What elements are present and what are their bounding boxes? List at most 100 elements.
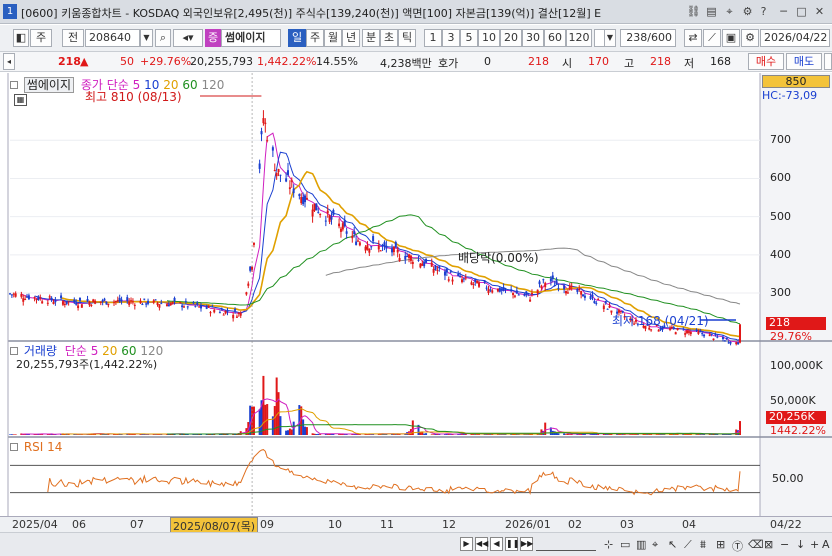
- candle-down: [381, 244, 384, 247]
- rsi-legend: RSI 14: [10, 440, 62, 454]
- magnet-icon[interactable]: ⌖: [652, 538, 658, 552]
- ruler-icon[interactable]: ⊞: [716, 538, 725, 551]
- indicator-icon[interactable]: ⟋: [703, 29, 721, 47]
- code-input[interactable]: 208640: [85, 29, 140, 47]
- zoom-in-icon[interactable]: +: [810, 538, 819, 551]
- lock-icon[interactable]: ⊠: [764, 538, 773, 551]
- expand-handle[interactable]: [824, 53, 832, 70]
- period-year[interactable]: 년: [342, 29, 360, 47]
- minute-20[interactable]: 20: [500, 29, 522, 47]
- high-label: 고: [624, 57, 635, 70]
- candle-down: [332, 209, 335, 216]
- candle-down: [258, 163, 261, 169]
- legend-ma60: 60: [182, 78, 198, 92]
- title-bar: 1 [0600] 키움종합차트 - KOSDAQ 외국인보유[2,495(천)]…: [0, 0, 832, 24]
- close-icon[interactable]: ✕: [812, 4, 827, 19]
- settings-icon[interactable]: ⚙: [740, 4, 755, 19]
- custom-period-dropdown-icon[interactable]: ▼: [604, 29, 616, 47]
- candle-up: [171, 302, 174, 304]
- chart-type-icon[interactable]: ◧: [13, 29, 29, 47]
- candle-down: [457, 273, 460, 276]
- minute-60[interactable]: 60: [544, 29, 566, 47]
- candle-up: [338, 223, 341, 227]
- period-month[interactable]: 월: [324, 29, 342, 47]
- zoom-slider[interactable]: [536, 537, 596, 551]
- trend-icon[interactable]: ⟋: [684, 538, 692, 552]
- candle-up: [408, 254, 411, 258]
- scroll-right-icon[interactable]: ▶: [460, 537, 473, 551]
- period-tick[interactable]: 틱: [398, 29, 416, 47]
- layout-icon[interactable]: ▤: [704, 4, 719, 19]
- candle-up: [12, 293, 15, 295]
- horizontal-scrollbar[interactable]: [0, 533, 455, 556]
- minute-30[interactable]: 30: [522, 29, 544, 47]
- window-icon[interactable]: ▭: [620, 538, 630, 551]
- candle-up: [52, 301, 55, 304]
- trade-amount: 4,238백만: [380, 57, 432, 70]
- candle-down: [593, 301, 596, 303]
- period-week[interactable]: 주: [306, 29, 324, 47]
- sound-icon[interactable]: ◂▾: [173, 29, 203, 47]
- volume-bar: [565, 434, 568, 435]
- minute-3[interactable]: 3: [442, 29, 460, 47]
- candle-up: [207, 306, 210, 308]
- eraser-icon[interactable]: ⌫: [748, 538, 764, 551]
- period-minute[interactable]: 분: [362, 29, 380, 47]
- maximize-icon[interactable]: □: [794, 4, 809, 19]
- text-icon[interactable]: Ⓣ: [732, 538, 743, 554]
- candle-up: [470, 282, 473, 285]
- date-input[interactable]: 2026/04/22: [760, 29, 830, 47]
- sell-button[interactable]: 매도: [786, 53, 822, 70]
- candle-up: [544, 282, 547, 288]
- candle-down: [192, 302, 195, 304]
- minute-5[interactable]: 5: [460, 29, 478, 47]
- save-icon[interactable]: ▣: [722, 29, 740, 47]
- candle-down: [50, 297, 53, 301]
- candle-down: [563, 285, 566, 290]
- candle-up: [580, 290, 583, 295]
- pause-icon[interactable]: ❚❚: [505, 537, 519, 551]
- link-icon[interactable]: ⛓: [686, 4, 701, 19]
- config-icon[interactable]: ⚙: [741, 29, 759, 47]
- period-day[interactable]: 일: [288, 29, 306, 47]
- search-icon[interactable]: ⌕: [155, 29, 171, 47]
- minute-10[interactable]: 10: [478, 29, 500, 47]
- bottom-navigation: ▶ ◀◀ ◀ ❚❚ ▶▶ ⊹ ▭ ▥ ⌖ ↖ ⟋ ⩩ ⊞ Ⓣ ⌫ ⊠ − ↓ +…: [0, 532, 832, 556]
- volume-bar: [425, 433, 428, 435]
- candle-up: [156, 303, 159, 305]
- buy-button[interactable]: 매수: [748, 53, 784, 70]
- grid-toggle-icon[interactable]: ▦: [14, 94, 27, 106]
- candle-down: [725, 337, 728, 340]
- code-dropdown-icon[interactable]: ▼: [140, 29, 153, 47]
- fib-icon[interactable]: ⩩: [700, 538, 706, 552]
- overlay-icon[interactable]: ⇄: [684, 29, 702, 47]
- crosshair-icon[interactable]: ⊹: [604, 538, 613, 551]
- volume-bar: [304, 426, 307, 435]
- candle-up: [602, 305, 605, 310]
- scroll-back-icon[interactable]: ◀: [490, 537, 503, 551]
- scroll-fast-back-icon[interactable]: ◀◀: [475, 537, 488, 551]
- candle-down: [285, 178, 288, 182]
- legend-stock-name[interactable]: 썸에이지: [23, 77, 74, 93]
- fit-icon[interactable]: A: [822, 538, 830, 551]
- arrow-icon[interactable]: ↓: [796, 538, 805, 551]
- candle-up: [128, 301, 131, 305]
- candle-down: [721, 336, 724, 340]
- candle-down: [549, 278, 552, 282]
- split-icon[interactable]: ▥: [636, 538, 646, 551]
- prev-button[interactable]: 전: [62, 29, 84, 47]
- zoom-out-icon[interactable]: −: [780, 538, 789, 551]
- minimize-icon[interactable]: ─: [776, 4, 791, 19]
- minute-1[interactable]: 1: [424, 29, 442, 47]
- collapse-icon[interactable]: ◂: [3, 53, 15, 70]
- candle-up: [358, 242, 361, 246]
- bar-count-input[interactable]: 238/600: [620, 29, 676, 47]
- scroll-end-icon[interactable]: ▶▶: [520, 537, 533, 551]
- pin-icon[interactable]: ⌖: [722, 4, 737, 19]
- market-select[interactable]: 주: [30, 29, 52, 47]
- price-chart[interactable]: [0, 73, 832, 516]
- minute-120[interactable]: 120: [566, 29, 592, 47]
- cursor-icon[interactable]: ↖: [668, 538, 677, 551]
- help-icon[interactable]: ?: [756, 4, 771, 19]
- period-second[interactable]: 초: [380, 29, 398, 47]
